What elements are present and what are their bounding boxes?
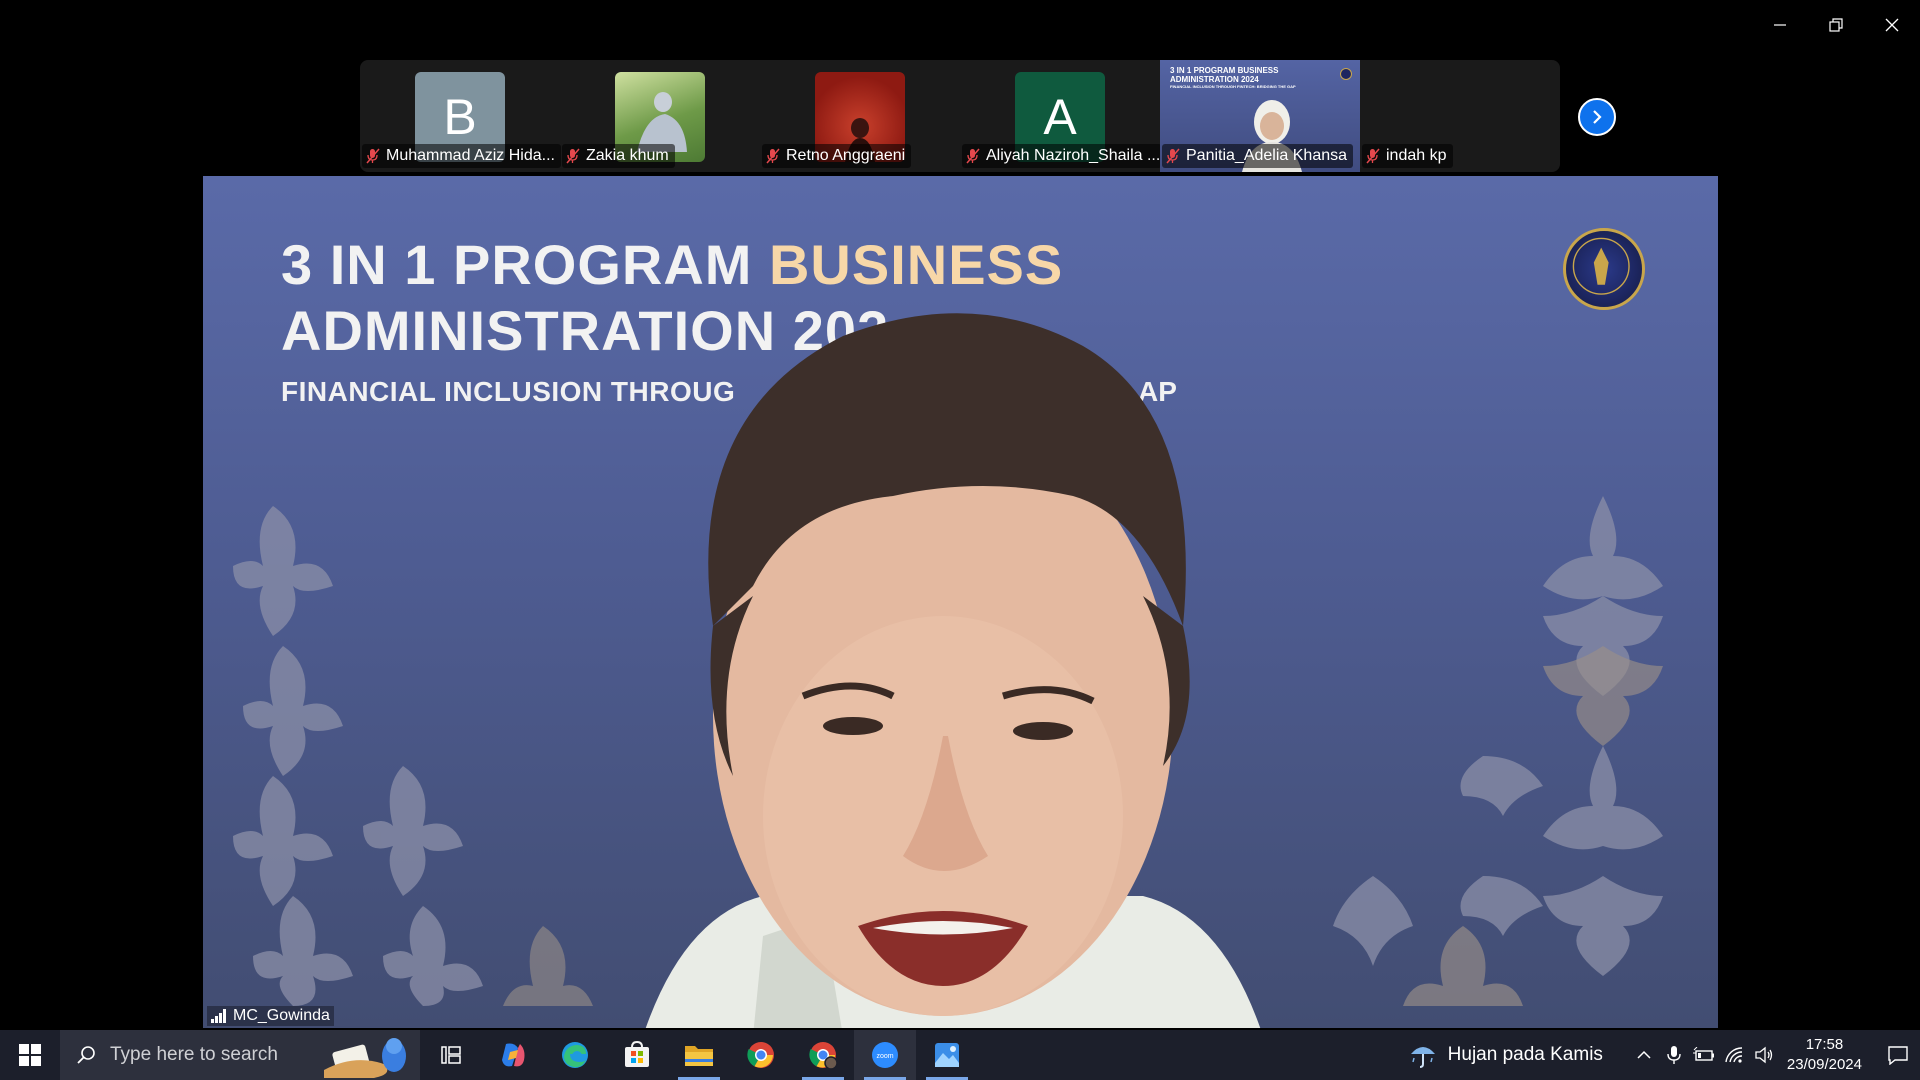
mic-muted-icon xyxy=(766,148,780,164)
rain-umbrella-icon xyxy=(1410,1047,1435,1068)
speaker-name: MC_Gowinda xyxy=(233,1007,330,1024)
restore-button[interactable] xyxy=(1808,0,1864,50)
main-speaker-video: 3 IN 1 PROGRAM BUSINESS ADMINISTRATION 2… xyxy=(203,176,1718,1028)
edge-icon xyxy=(562,1042,588,1068)
task-view-button[interactable] xyxy=(420,1030,482,1080)
seal-figure-icon xyxy=(1572,237,1630,295)
copilot-icon xyxy=(502,1043,525,1067)
file-explorer-button[interactable] xyxy=(668,1030,730,1080)
participant-tile[interactable]: Retno Anggraeni xyxy=(760,60,960,172)
chrome-button[interactable] xyxy=(730,1030,792,1080)
edge-button[interactable] xyxy=(544,1030,606,1080)
system-tray: Hujan pada Kamis 17:58 23/09/2024 xyxy=(1408,1030,1920,1080)
participant-name: indah kp xyxy=(1386,147,1447,164)
university-seal-icon xyxy=(1563,228,1645,310)
mic-muted-icon xyxy=(966,148,980,164)
weather-widget[interactable]: Hujan pada Kamis xyxy=(1408,1040,1603,1070)
file-explorer-icon xyxy=(685,1046,713,1066)
close-button[interactable] xyxy=(1864,0,1920,50)
zoom-button[interactable]: zoom xyxy=(854,1030,916,1080)
network-button[interactable] xyxy=(1719,1030,1749,1080)
slide-title-part1: 3 IN 1 PROGRAM xyxy=(281,233,769,296)
signal-strength-icon xyxy=(211,1009,226,1023)
participant-tile[interactable]: 3 IN 1 PROGRAM BUSINESS ADMINISTRATION 2… xyxy=(1160,60,1360,172)
search-highlight-icon xyxy=(324,1038,406,1078)
search-icon xyxy=(77,1046,95,1064)
notification-icon xyxy=(1888,1046,1908,1065)
nameplate: indah kp xyxy=(1362,144,1453,168)
notification-button[interactable] xyxy=(1876,1030,1920,1080)
nameplate: Panitia_Adelia Khansa xyxy=(1162,144,1354,168)
chrome-profile-button[interactable] xyxy=(792,1030,854,1080)
show-hidden-icons-button[interactable] xyxy=(1629,1030,1659,1080)
task-view-icon xyxy=(441,1046,461,1064)
nameplate: Muhammad Aziz Hida... xyxy=(362,144,561,168)
participant-name: Panitia_Adelia Khansa xyxy=(1186,147,1348,164)
participant-name: Aliyah Naziroh_Shaila ... xyxy=(986,147,1161,164)
chevron-right-icon xyxy=(1593,110,1602,124)
start-button[interactable] xyxy=(0,1030,60,1080)
windows-start-icon xyxy=(19,1044,41,1066)
chevron-up-icon xyxy=(1637,1050,1651,1059)
copilot-button[interactable] xyxy=(482,1030,544,1080)
next-page-button[interactable] xyxy=(1578,98,1616,136)
weather-text: Hujan pada Kamis xyxy=(1447,1044,1603,1065)
volume-icon xyxy=(1755,1046,1773,1064)
minimize-icon xyxy=(1774,24,1786,26)
mic-muted-icon xyxy=(566,148,580,164)
mic-muted-icon xyxy=(1166,148,1180,164)
speaker-nameplate: MC_Gowinda xyxy=(207,1006,334,1026)
store-icon xyxy=(625,1041,649,1067)
chrome-profile-icon xyxy=(809,1042,838,1070)
battery-icon xyxy=(1692,1047,1714,1061)
taskbar: Type here to search zoom Hujan pada Kami… xyxy=(0,1030,1920,1080)
window-controls xyxy=(1752,0,1920,50)
clock-date: 23/09/2024 xyxy=(1786,1056,1862,1073)
nameplate: Aliyah Naziroh_Shaila ... xyxy=(962,144,1162,168)
participant-tile[interactable]: indah kp xyxy=(1360,60,1560,172)
wifi-icon xyxy=(1725,1047,1742,1063)
svg-text:zoom: zoom xyxy=(876,1053,893,1060)
speaker-figure-icon xyxy=(645,313,1261,1028)
slide-title-highlight: BUSINESS xyxy=(768,233,1064,296)
volume-button[interactable] xyxy=(1749,1030,1779,1080)
mic-muted-icon xyxy=(1366,148,1380,164)
participant-tile[interactable]: A Aliyah Naziroh_Shaila ... xyxy=(960,60,1162,172)
participant-name: Zakia khum xyxy=(586,147,669,164)
microphone-icon xyxy=(1667,1046,1681,1064)
slide-title-line1: 3 IN 1 PROGRAM BUSINESS xyxy=(281,232,1063,297)
nameplate: Zakia khum xyxy=(562,144,675,168)
participant-tile[interactable]: B Muhammad Aziz Hida... xyxy=(360,60,561,172)
microphone-button[interactable] xyxy=(1659,1030,1689,1080)
zoom-icon: zoom xyxy=(872,1042,898,1068)
ornament-right-icon xyxy=(1333,496,1663,1006)
restore-icon xyxy=(1829,18,1843,32)
photos-button[interactable] xyxy=(916,1030,978,1080)
photos-icon xyxy=(935,1043,959,1067)
clock-time: 17:58 xyxy=(1805,1036,1844,1053)
battery-button[interactable] xyxy=(1689,1030,1719,1080)
taskbar-search[interactable]: Type here to search xyxy=(60,1030,420,1080)
participant-strip: B Muhammad Aziz Hida... Zakia khum Retno… xyxy=(360,60,1560,172)
ornament-left-icon xyxy=(233,506,593,1006)
participant-name: Muhammad Aziz Hida... xyxy=(386,147,555,164)
search-placeholder: Type here to search xyxy=(110,1044,278,1065)
participant-name: Retno Anggraeni xyxy=(786,147,906,164)
clock[interactable]: 17:58 23/09/2024 xyxy=(1787,1035,1862,1075)
mic-muted-icon xyxy=(366,148,380,164)
chrome-icon xyxy=(747,1042,774,1068)
close-icon xyxy=(1885,18,1899,32)
nameplate: Retno Anggraeni xyxy=(762,144,912,168)
store-button[interactable] xyxy=(606,1030,668,1080)
participant-tile[interactable]: Zakia khum xyxy=(560,60,760,172)
minimize-button[interactable] xyxy=(1752,0,1808,50)
